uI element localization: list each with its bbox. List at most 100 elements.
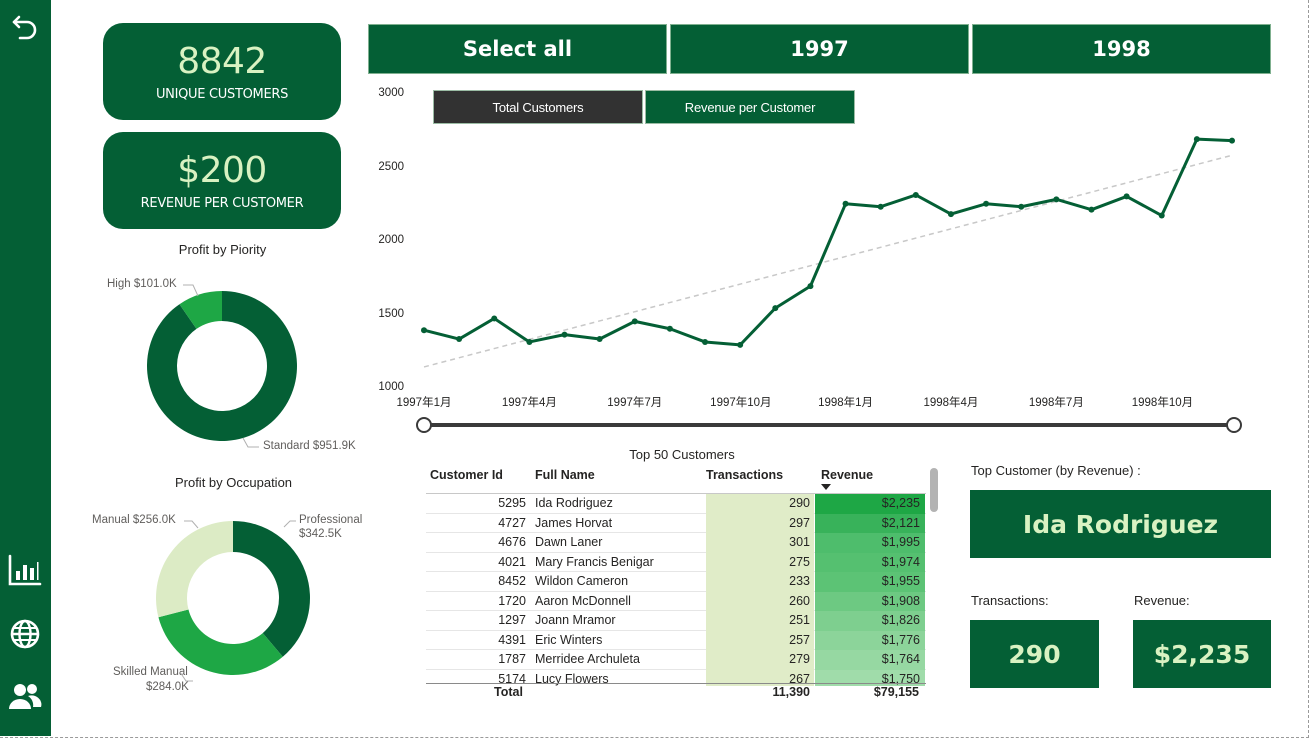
x-tick-label: 1998年7月	[1028, 397, 1084, 409]
y-tick-label: 2000	[378, 234, 404, 246]
cell-full-name: Aaron McDonnell	[535, 593, 631, 608]
x-tick-label: 1998年4月	[923, 397, 979, 409]
priority-donut-title: Profit by Piority	[178, 242, 267, 257]
slicer-1998[interactable]: 1998	[972, 24, 1271, 74]
top-customer-transactions: 290	[970, 620, 1099, 688]
cell-revenue: $2,235	[815, 494, 925, 514]
donut-label-skilled-manual: Skilled Manual	[113, 666, 188, 678]
occupation-donut-chart	[156, 521, 310, 675]
table-row[interactable]: 1720 Aaron McDonnell 260 $1,908	[426, 591, 926, 611]
table-total-revenue: $79,155	[873, 685, 919, 699]
revenue-per-customer-card: $200 REVENUE PER CUSTOMER	[103, 132, 341, 229]
donut-label-professional-value: $342.5K	[299, 528, 342, 540]
cell-customer-id: 4391	[498, 632, 526, 647]
cell-revenue: $1,776	[815, 630, 925, 650]
cell-customer-id: 4676	[498, 535, 526, 549]
back-arrow-icon[interactable]	[6, 8, 44, 46]
toggle-revenue-per-customer[interactable]: Revenue per Customer	[645, 90, 855, 124]
cell-revenue: $1,995	[815, 533, 925, 553]
donut-label-manual: Manual $256.0K	[92, 514, 176, 526]
donut-label-standard: Standard $951.9K	[263, 440, 356, 452]
sidebar	[0, 0, 51, 736]
sort-desc-icon	[821, 484, 831, 490]
table-row[interactable]: 4391 Eric Winters 257 $1,776	[426, 630, 926, 650]
cell-customer-id: 1297	[498, 613, 526, 627]
col-header-customer-id[interactable]: Customer Id	[430, 468, 503, 482]
slicer-1997[interactable]: 1997	[670, 24, 969, 74]
x-tick-label: 1997年1月	[396, 397, 452, 409]
date-range-slider[interactable]	[416, 416, 1242, 434]
cell-full-name: Mary Francis Benigar	[535, 554, 654, 569]
slider-handle-start[interactable]	[416, 417, 432, 433]
revenue-per-customer-value: $200	[177, 150, 267, 191]
cell-full-name: Merridee Archuleta	[535, 652, 640, 666]
top-customer-label: Top Customer (by Revenue) :	[971, 463, 1141, 478]
table-row[interactable]: 4676 Dawn Laner 301 $1,995	[426, 533, 926, 553]
table-scrollbar[interactable]	[930, 468, 938, 512]
y-tick-label: 1500	[378, 307, 404, 320]
occupation-donut-title: Profit by Occupation	[174, 475, 293, 490]
table-row[interactable]: 1297 Joann Mramor 251 $1,826	[426, 611, 926, 631]
table-row[interactable]: 4727 James Horvat 297 $2,121	[426, 513, 926, 533]
cell-revenue: $1,764	[815, 650, 925, 670]
cell-transactions: 279	[706, 650, 814, 670]
unique-customers-card: 8842 UNIQUE CUSTOMERS	[103, 23, 341, 120]
slider-handle-end[interactable]	[1226, 417, 1242, 433]
cell-full-name: Ida Rodriguez	[535, 496, 613, 510]
cell-revenue: $1,826	[815, 611, 925, 631]
unique-customers-label: UNIQUE CUSTOMERS	[155, 87, 289, 102]
toggle-total-customers[interactable]: Total Customers	[433, 90, 643, 124]
table-row[interactable]: 4021 Mary Francis Benigar 275 $1,974	[426, 552, 926, 572]
cell-full-name: Joann Mramor	[535, 613, 616, 627]
cell-full-name: James Horvat	[535, 515, 613, 530]
table-row[interactable]: 5295 Ida Rodriguez 290 $2,235	[426, 494, 926, 514]
cell-customer-id: 1720	[498, 593, 526, 608]
unique-customers-value: 8842	[177, 41, 267, 82]
cell-revenue: $1,974	[815, 552, 925, 572]
table-title: Top 50 Customers	[629, 447, 735, 462]
cell-transactions: 290	[706, 494, 814, 514]
users-icon[interactable]	[6, 677, 44, 715]
revenue-per-customer-label: REVENUE PER CUSTOMER	[140, 196, 304, 211]
cell-customer-id: 8452	[498, 574, 526, 588]
x-tick-label: 1997年10月	[710, 397, 772, 409]
cell-revenue: $2,121	[815, 513, 925, 533]
table-total-transactions: 11,390	[772, 685, 810, 699]
cell-transactions: 301	[706, 533, 814, 553]
y-tick-label: 3000	[378, 87, 404, 99]
table-row[interactable]: 8452 Wildon Cameron 233 $1,955	[426, 572, 926, 592]
cell-transactions: 275	[706, 552, 814, 572]
cell-revenue: $1,908	[815, 591, 925, 611]
top-customer-name: Ida Rodriguez	[970, 490, 1271, 558]
bar-chart-icon[interactable]	[6, 551, 44, 589]
y-tick-label: 1000	[378, 381, 404, 393]
cell-revenue: $1,955	[815, 572, 925, 592]
col-header-transactions[interactable]: Transactions	[706, 468, 783, 482]
x-tick-label: 1997年4月	[501, 397, 557, 409]
cell-customer-id: 4021	[498, 554, 526, 569]
slicer-select-all[interactable]: Select all	[368, 24, 667, 74]
y-tick-label: 2500	[378, 160, 404, 173]
cell-transactions: 251	[706, 611, 814, 631]
cell-customer-id: 4727	[498, 515, 526, 530]
cell-full-name: Dawn Laner	[535, 535, 603, 549]
slider-track	[424, 423, 1234, 427]
cell-transactions: 260	[706, 591, 814, 611]
table-total-divider	[426, 683, 926, 684]
col-header-revenue[interactable]: Revenue	[821, 468, 873, 482]
cell-transactions: 297	[706, 513, 814, 533]
x-tick-label: 1998年10月	[1131, 397, 1194, 409]
table-row[interactable]: 1787 Merridee Archuleta 279 $1,764	[426, 650, 926, 670]
donut-label-professional: Professional	[299, 514, 363, 526]
donut-slice-professional[interactable]	[233, 521, 310, 657]
globe-icon[interactable]	[6, 615, 44, 653]
col-header-full-name[interactable]: Full Name	[535, 468, 595, 482]
donut-label-skilled-manual-value: $284.0K	[146, 681, 189, 693]
priority-donut-chart	[146, 291, 297, 441]
cell-transactions: 233	[706, 572, 814, 592]
cell-customer-id: 5295	[498, 496, 526, 510]
cell-full-name: Wildon Cameron	[535, 574, 629, 588]
x-tick-label: 1997年7月	[607, 397, 663, 409]
donut-slice-manual[interactable]	[156, 521, 233, 618]
cell-transactions: 257	[706, 630, 814, 650]
